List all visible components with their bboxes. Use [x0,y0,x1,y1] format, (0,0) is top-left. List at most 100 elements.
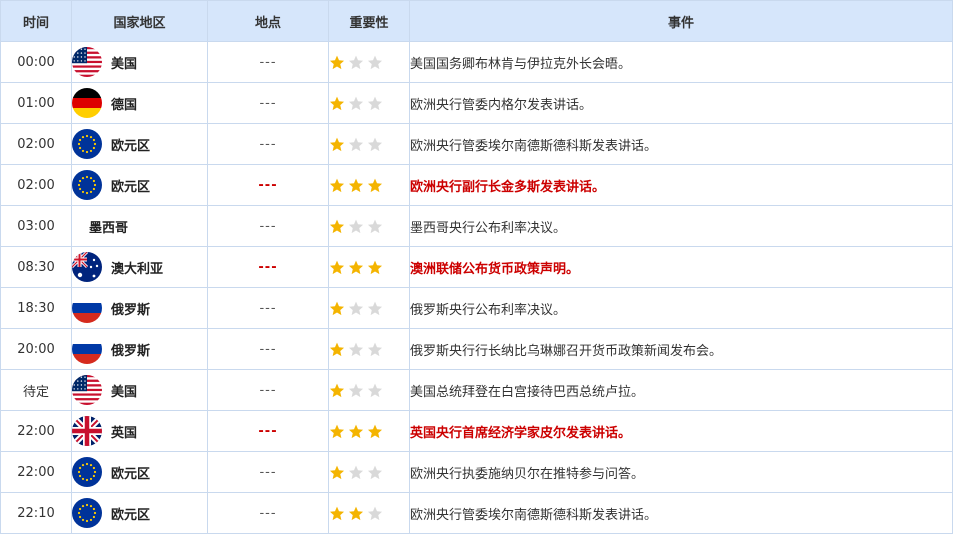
star-empty-icon [367,55,383,70]
event-description: 美国国务卿布林肯与伊拉克外长会晤。 [409,41,953,83]
table-row: 02:00 欧元区 --- 欧洲央行管委埃尔南德斯德科斯发表讲话。 [0,123,953,165]
event-location: --- [207,123,329,165]
event-importance [328,287,410,329]
event-location: --- [207,451,329,493]
table-row: 22:00 英国 --- 英国央行首席经济学家皮尔发表讲话。 [0,410,953,452]
region-name: 英国 [111,425,138,441]
region-name: 俄罗斯 [111,302,151,318]
event-time: 00:00 [0,41,72,83]
event-location: --- [207,246,329,288]
star-empty-icon [348,465,364,480]
star-empty-icon [348,301,364,316]
star-filled-icon [348,424,364,439]
table-row: 18:30 俄罗斯 --- 俄罗斯央行公布利率决议。 [0,287,953,329]
event-time: 03:00 [0,205,72,247]
header-importance: 重要性 [328,0,410,42]
table-row: 00:00 美国 --- 美国国务卿布林肯与伊拉克外长会晤。 [0,41,953,83]
table-row: 待定 美国 --- 美国总统拜登在白宫接待巴西总统卢拉。 [0,369,953,411]
region-name: 美国 [111,56,138,72]
table-row: 03:00 墨西哥 --- 墨西哥央行公布利率决议。 [0,205,953,247]
star-filled-icon [329,383,345,398]
event-region: 美国 [71,41,208,83]
event-importance [328,205,410,247]
region-name: 欧元区 [111,466,151,482]
eu-flag-icon [72,498,102,528]
au-flag-icon [72,252,102,282]
event-importance [328,82,410,124]
event-importance [328,246,410,288]
uk-flag-icon [72,416,102,446]
event-location: --- [207,492,329,534]
event-description: 澳洲联储公布货币政策声明。 [409,246,953,288]
header-region: 国家地区 [71,0,208,42]
ru-flag-icon [72,293,102,323]
star-filled-icon [329,260,345,275]
event-importance [328,123,410,165]
event-time: 22:10 [0,492,72,534]
event-importance [328,410,410,452]
event-description: 欧洲央行执委施纳贝尔在推特参与问答。 [409,451,953,493]
event-time: 02:00 [0,164,72,206]
star-empty-icon [348,342,364,357]
star-empty-icon [367,219,383,234]
star-empty-icon [367,383,383,398]
eu-flag-icon [72,170,102,200]
calendar-table: 时间 国家地区 地点 重要性 事件 00:00 美国 --- 美国国务卿布林肯与伊拉克… [0,0,953,534]
table-row: 22:10 欧元区 --- 欧洲央行管委埃尔南德斯德科斯发表讲话。 [0,492,953,534]
event-time: 08:30 [0,246,72,288]
event-time: 22:00 [0,451,72,493]
star-filled-icon [367,424,383,439]
event-importance [328,451,410,493]
region-name: 欧元区 [111,138,151,154]
star-filled-icon [329,342,345,357]
star-filled-icon [329,424,345,439]
star-filled-icon [348,506,364,521]
event-region: 英国 [71,410,208,452]
event-location: --- [207,328,329,370]
event-time: 20:00 [0,328,72,370]
table-row: 22:00 欧元区 --- 欧洲央行执委施纳贝尔在推特参与问答。 [0,451,953,493]
event-location: --- [207,41,329,83]
event-region: 欧元区 [71,164,208,206]
event-importance [328,328,410,370]
star-empty-icon [367,137,383,152]
event-time: 22:00 [0,410,72,452]
star-empty-icon [348,383,364,398]
region-name: 欧元区 [111,507,151,523]
ru-flag-icon [72,334,102,364]
eu-flag-icon [72,129,102,159]
table-row: 02:00 欧元区 --- 欧洲央行副行长金多斯发表讲话。 [0,164,953,206]
star-filled-icon [329,465,345,480]
event-importance [328,164,410,206]
event-region: 俄罗斯 [71,287,208,329]
region-name: 美国 [111,384,138,400]
event-description: 俄罗斯央行公布利率决议。 [409,287,953,329]
region-name: 澳大利亚 [111,261,164,277]
star-empty-icon [348,219,364,234]
event-time: 01:00 [0,82,72,124]
event-location: --- [207,287,329,329]
us-flag-icon [72,375,102,405]
event-location: --- [207,164,329,206]
region-name: 墨西哥 [89,220,129,236]
header-location: 地点 [207,0,329,42]
event-description: 欧洲央行副行长金多斯发表讲话。 [409,164,953,206]
star-filled-icon [329,301,345,316]
event-time: 18:30 [0,287,72,329]
star-empty-icon [348,137,364,152]
event-description: 俄罗斯央行行长纳比乌琳娜召开货币政策新闻发布会。 [409,328,953,370]
region-name: 俄罗斯 [111,343,151,359]
event-region: 墨西哥 [71,205,208,247]
event-time: 02:00 [0,123,72,165]
event-region: 欧元区 [71,492,208,534]
star-empty-icon [367,342,383,357]
table-row: 01:00 德国 --- 欧洲央行管委内格尔发表讲话。 [0,82,953,124]
event-region: 欧元区 [71,123,208,165]
star-empty-icon [367,465,383,480]
event-description: 欧洲央行管委埃尔南德斯德科斯发表讲话。 [409,123,953,165]
star-filled-icon [348,260,364,275]
eu-flag-icon [72,457,102,487]
header-event: 事件 [409,0,953,42]
event-importance [328,369,410,411]
star-filled-icon [329,137,345,152]
